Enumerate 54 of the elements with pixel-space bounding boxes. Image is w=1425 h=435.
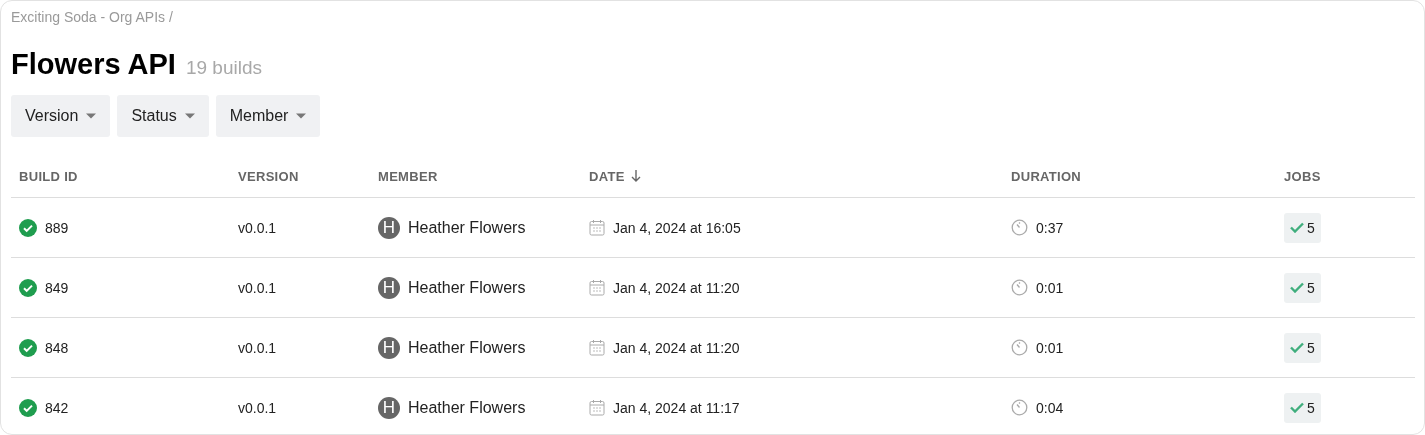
column-header[interactable]: DURATION	[1011, 168, 1082, 184]
caret-icon	[296, 113, 307, 119]
build-date: Jan 4, 2024 at 11:20	[613, 279, 740, 296]
duration-text: 0:37	[1036, 219, 1064, 236]
timer-icon	[1011, 279, 1028, 296]
build-date: Jan 4, 2024 at 16:05	[613, 219, 741, 236]
duration-text: 0:04	[1036, 399, 1064, 416]
build-id[interactable]: 889	[45, 219, 69, 236]
build-date: Jan 4, 2024 at 11:17	[613, 399, 740, 416]
jobs-badge[interactable]: 5	[1284, 392, 1321, 423]
calendar-icon	[589, 219, 605, 236]
duration-text: 0:01	[1036, 279, 1064, 296]
column-header[interactable]: VERSION	[238, 168, 299, 184]
check-icon	[1290, 402, 1304, 413]
check-icon	[1290, 342, 1304, 353]
version-text: v0.0.1	[238, 399, 277, 416]
column-header[interactable]: DATE	[589, 168, 625, 184]
timer-icon	[1011, 399, 1028, 416]
filter-dropdown[interactable]: Version	[11, 95, 111, 137]
member-name: Heather Flowers	[408, 218, 526, 237]
member-name: Heather Flowers	[408, 278, 526, 297]
filter-dropdown[interactable]: Member	[215, 95, 321, 137]
column-header[interactable]: BUILD ID	[19, 168, 78, 184]
avatar-initial: H	[378, 396, 400, 419]
version-text: v0.0.1	[238, 279, 277, 296]
avatar-initial: H	[378, 216, 400, 239]
caret-icon	[86, 113, 97, 119]
column-header[interactable]: MEMBER	[378, 168, 438, 184]
build-count: 19 builds	[185, 57, 262, 79]
calendar-icon	[589, 279, 605, 296]
caret-icon	[184, 113, 195, 119]
duration-text: 0:01	[1036, 339, 1064, 356]
member-name: Heather Flowers	[408, 338, 526, 357]
page-title: Flowers API	[11, 48, 176, 81]
timer-icon	[1011, 219, 1028, 236]
member-name: Heather Flowers	[408, 398, 526, 417]
jobs-badge[interactable]: 5	[1284, 212, 1321, 243]
calendar-icon	[589, 339, 605, 356]
avatar-initial: H	[378, 336, 400, 359]
version-text: v0.0.1	[238, 219, 277, 236]
check-icon	[1290, 222, 1304, 233]
jobs-badge[interactable]: 5	[1284, 332, 1321, 363]
build-id[interactable]: 848	[45, 339, 69, 356]
jobs-badge[interactable]: 5	[1284, 272, 1321, 303]
check-icon	[1290, 282, 1304, 293]
build-id[interactable]: 849	[45, 279, 69, 296]
build-id[interactable]: 842	[45, 399, 69, 416]
filter-dropdown[interactable]: Status	[117, 95, 209, 137]
version-text: v0.0.1	[238, 339, 277, 356]
calendar-icon	[589, 399, 605, 416]
avatar-initial: H	[378, 276, 400, 299]
timer-icon	[1011, 339, 1028, 356]
column-header[interactable]: JOBS	[1284, 168, 1321, 184]
build-date: Jan 4, 2024 at 11:20	[613, 339, 740, 356]
